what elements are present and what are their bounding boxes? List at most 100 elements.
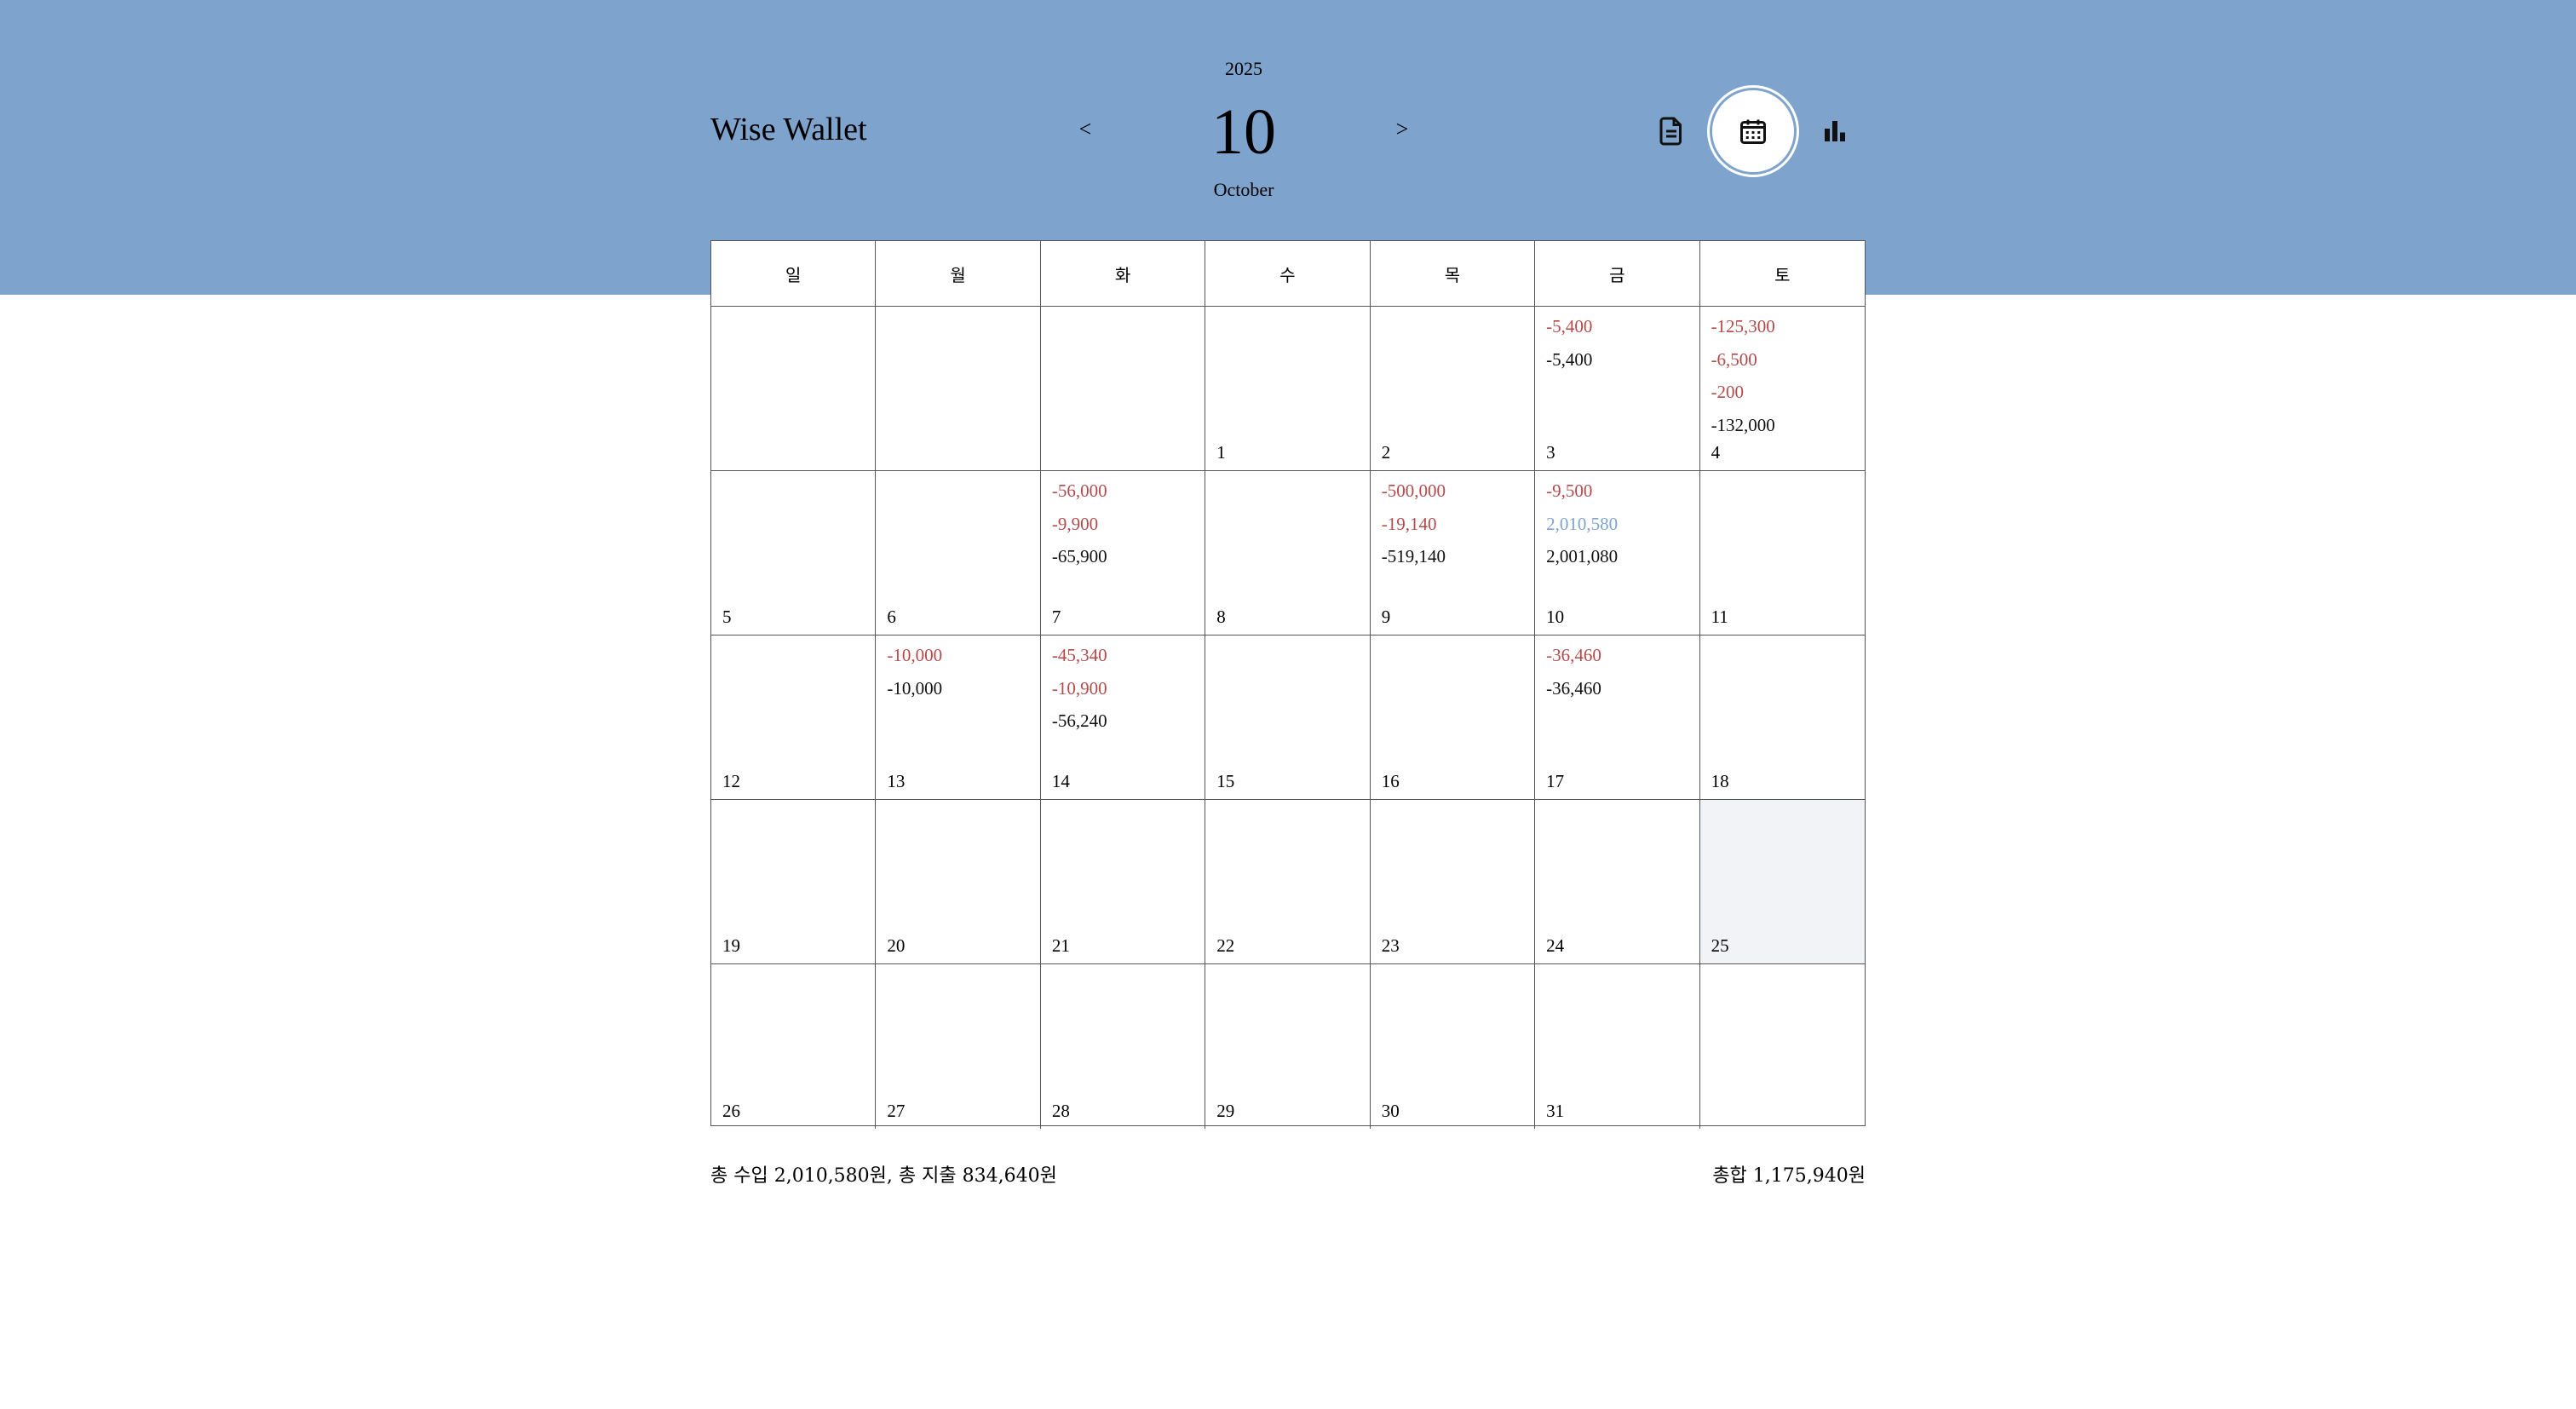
day-cell-12[interactable]: 12 bbox=[711, 635, 877, 800]
empty-day-cell bbox=[1040, 307, 1206, 471]
calendar-grid: 일월화수목금토 1 2 -5,400 -5,400 3 -125,300 -6,500 -20… bbox=[710, 240, 1866, 1129]
day-cell-26[interactable]: 26 bbox=[711, 964, 877, 1129]
day-number: 23 bbox=[1381, 935, 1400, 956]
day-cell-15[interactable]: 15 bbox=[1205, 635, 1371, 800]
month-name: October bbox=[1213, 179, 1274, 200]
daily-total: -5,400 bbox=[1546, 348, 1593, 370]
day-cell-22[interactable]: 22 bbox=[1205, 800, 1371, 964]
daily-total: -132,000 bbox=[1711, 414, 1775, 435]
day-cell-8[interactable]: 8 bbox=[1205, 471, 1371, 635]
weekday-header: 일월화수목금 토 bbox=[711, 241, 1865, 307]
day-cell-31[interactable]: 31 bbox=[1535, 964, 1700, 1129]
day-cell-18[interactable]: 18 bbox=[1699, 635, 1865, 800]
day-cell-6[interactable]: 6 bbox=[876, 471, 1041, 635]
expense-amount: -200 bbox=[1711, 382, 1745, 402]
day-entries: -5,400 -5,400 bbox=[1546, 310, 1592, 376]
day-cell-19[interactable]: 19 bbox=[711, 800, 877, 964]
empty-day-cell bbox=[711, 307, 877, 471]
daily-total: 2,001,080 bbox=[1546, 546, 1619, 566]
day-number: 31 bbox=[1546, 1101, 1565, 1121]
day-cell-29[interactable]: 29 bbox=[1205, 964, 1371, 1129]
day-cell-23[interactable]: 23 bbox=[1370, 800, 1536, 964]
day-number: 22 bbox=[1216, 935, 1235, 956]
weekday-label: 수 bbox=[1205, 241, 1371, 306]
day-number: 24 bbox=[1546, 935, 1565, 956]
day-entries: -45,340 -10,900 -56,240 bbox=[1052, 639, 1107, 738]
expense-amount: -10,000 bbox=[887, 645, 943, 665]
daily-total: -519,140 bbox=[1381, 546, 1446, 566]
day-number: 2 bbox=[1381, 442, 1391, 463]
day-number: 20 bbox=[887, 935, 906, 956]
list-view-button[interactable] bbox=[1630, 90, 1712, 172]
daily-total: -10,000 bbox=[887, 677, 943, 699]
day-entries: -56,000 -9,900 -65,900 bbox=[1052, 474, 1107, 573]
day-number: 7 bbox=[1051, 607, 1061, 627]
weekday-label: 목 bbox=[1371, 241, 1536, 306]
day-cell-2[interactable]: 2 bbox=[1370, 307, 1536, 471]
daily-total: -36,460 bbox=[1546, 677, 1601, 699]
month-navigator: < 2025 10 October > bbox=[1068, 51, 1419, 213]
day-cell-3[interactable]: -5,400 -5,400 3 bbox=[1535, 307, 1700, 471]
expense-amount: -9,900 bbox=[1051, 513, 1099, 534]
day-number: 30 bbox=[1381, 1101, 1400, 1121]
empty-day-cell bbox=[876, 307, 1041, 471]
day-cell-1[interactable]: 1 bbox=[1205, 307, 1371, 471]
calendar-view-button[interactable] bbox=[1712, 90, 1794, 172]
day-cell-20[interactable]: 20 bbox=[876, 800, 1041, 964]
weekday-label: 일 bbox=[711, 241, 877, 306]
day-number: 26 bbox=[722, 1101, 740, 1121]
calendar-icon bbox=[1740, 119, 1766, 144]
day-number: 28 bbox=[1051, 1101, 1070, 1121]
bar-chart-icon bbox=[1825, 121, 1845, 141]
day-number: 8 bbox=[1216, 607, 1226, 627]
daily-total: -56,240 bbox=[1051, 710, 1107, 731]
expense-amount: -6,500 bbox=[1711, 348, 1757, 370]
day-number: 11 bbox=[1711, 607, 1728, 627]
empty-day-cell bbox=[1700, 964, 1865, 1129]
day-cell-24[interactable]: 24 bbox=[1535, 800, 1700, 964]
day-number: 13 bbox=[887, 771, 906, 791]
day-cell-11[interactable]: 11 bbox=[1699, 471, 1865, 635]
day-entries: -10,000 -10,000 bbox=[887, 639, 942, 704]
app-container: Wise Wallet < 2025 10 October > 일 월 화 수 … bbox=[710, 0, 1866, 1409]
day-cell-16[interactable]: 16 bbox=[1370, 635, 1536, 800]
day-cell-5[interactable]: 5 bbox=[711, 471, 877, 635]
day-cell-14[interactable]: -45,340 -10,900 -56,240 14 bbox=[1040, 635, 1206, 800]
expense-amount: -5,400 bbox=[1546, 316, 1593, 336]
expense-amount: -19,140 bbox=[1381, 513, 1437, 534]
day-cell-28[interactable]: 28 bbox=[1041, 964, 1206, 1129]
day-cell-4[interactable]: -125,300 -6,500 -200 -132,000 4 bbox=[1699, 307, 1865, 471]
day-cell-10[interactable]: -9,500 2,010,580 2,001,080 10 bbox=[1535, 471, 1700, 635]
expense-amount: -9,500 bbox=[1546, 480, 1593, 501]
app-title: Wise Wallet bbox=[710, 112, 867, 147]
calendar-body: 1 2 -5,400 -5,400 3 -125,300 -6,500 -200 -132,00… bbox=[711, 307, 1865, 1129]
daily-total: -65,900 bbox=[1051, 546, 1107, 566]
day-number: 6 bbox=[887, 607, 896, 627]
view-switcher bbox=[1630, 90, 1862, 172]
expense-amount: -36,460 bbox=[1546, 645, 1601, 665]
day-cell-13[interactable]: -10,000 -10,000 13 bbox=[876, 635, 1041, 800]
expense-amount: -125,300 bbox=[1711, 316, 1775, 336]
day-cell-21[interactable]: 21 bbox=[1040, 800, 1206, 964]
day-cell-25[interactable]: 25 bbox=[1699, 800, 1865, 964]
day-number: 16 bbox=[1381, 771, 1400, 791]
day-cell-27[interactable]: 27 bbox=[876, 964, 1041, 1129]
day-number: 15 bbox=[1216, 771, 1235, 791]
next-month-button[interactable]: > bbox=[1385, 112, 1419, 147]
year-label: 2025 bbox=[1225, 58, 1262, 79]
day-cell-9[interactable]: -500,000 -19,140 -519,140 9 bbox=[1370, 471, 1536, 635]
expense-amount: -10,900 bbox=[1051, 677, 1107, 699]
day-number: 27 bbox=[887, 1101, 906, 1121]
day-cell-7[interactable]: -56,000 -9,900 -65,900 7 bbox=[1040, 471, 1206, 635]
day-cell-17[interactable]: -36,460 -36,460 17 bbox=[1535, 635, 1700, 800]
stats-view-button[interactable] bbox=[1794, 90, 1876, 172]
expense-amount: -500,000 bbox=[1381, 480, 1446, 501]
day-entries: -9,500 2,010,580 2,001,080 bbox=[1546, 474, 1618, 573]
day-number: 12 bbox=[722, 771, 740, 791]
total-summary: 총합 1,175,940원 bbox=[1712, 1165, 1866, 1187]
day-number: 17 bbox=[1546, 771, 1565, 791]
day-number: 4 bbox=[1711, 442, 1721, 463]
weekday-label: 금 bbox=[1535, 241, 1700, 306]
day-entries: -125,300 -6,500 -200 -132,000 bbox=[1711, 310, 1775, 441]
day-cell-30[interactable]: 30 bbox=[1371, 964, 1536, 1129]
